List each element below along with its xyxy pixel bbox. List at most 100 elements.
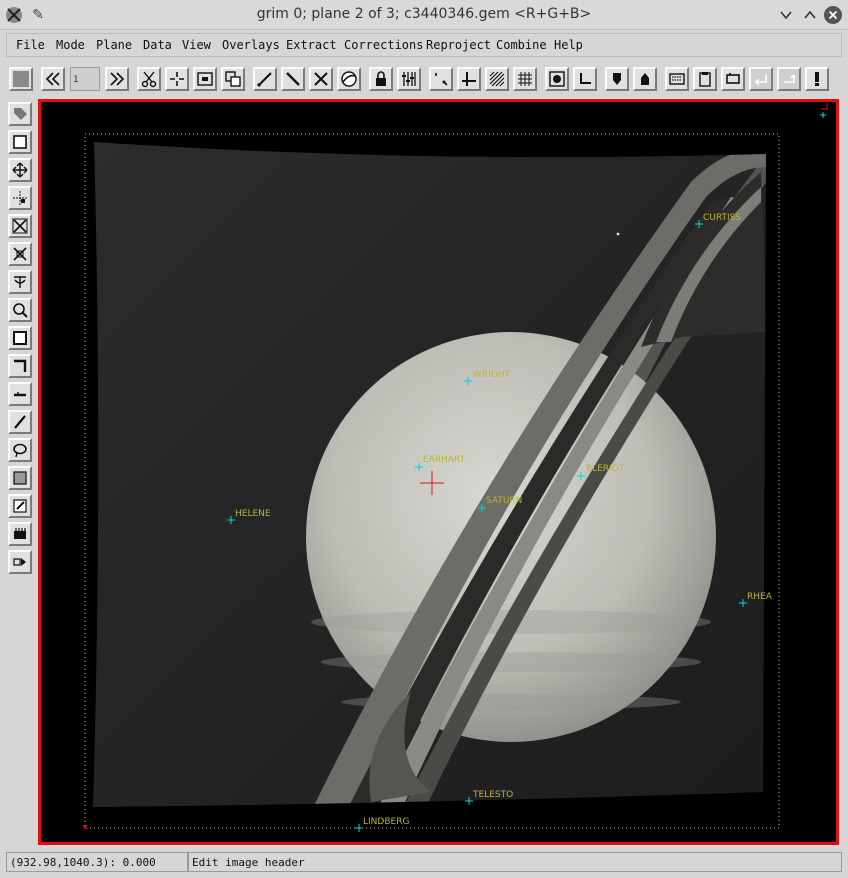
previous-plane-button[interactable] [41,67,65,91]
undo-button[interactable] [749,67,773,91]
menu-view[interactable]: View [182,38,211,52]
frame-button[interactable] [193,67,217,91]
marker-telesto[interactable]: TELESTO [465,790,513,805]
redo-button[interactable] [777,67,801,91]
keyboard-icon [669,73,685,85]
erase-button[interactable] [309,67,333,91]
copy-button[interactable] [221,67,245,91]
cut-button[interactable] [137,67,161,91]
label-earhart: EARHART [423,455,466,465]
menu-combine[interactable]: Combine [496,38,547,52]
tool-knife[interactable] [8,382,32,406]
tool-rectangle[interactable] [8,326,32,350]
menu-reproject[interactable]: Reproject [426,38,491,52]
tool-move[interactable] [8,158,32,182]
alert-button[interactable] [805,67,829,91]
toolbar: 1 [6,62,842,96]
tool-shrink[interactable] [8,242,32,266]
menu-extract[interactable]: Extract [286,38,337,52]
line-button[interactable] [253,67,277,91]
center-button[interactable] [165,67,189,91]
tool-lasso[interactable] [8,438,32,462]
menu-file[interactable]: File [16,38,45,52]
label-wright: WRIGHT [473,370,511,380]
menu-data[interactable]: Data [143,38,172,52]
sphere-icon [341,71,357,87]
tool-angle[interactable] [8,354,32,378]
fill-icon [13,471,27,485]
angle-icon [14,359,27,372]
menu-overlays[interactable]: Overlays [222,38,280,52]
menu-mode[interactable]: Mode [56,38,85,52]
image-viewer[interactable]: CURTISS WRIGHT EARHART BLERIOT SATURN HE… [38,99,839,845]
label-curtiss: CURTISS [703,213,741,223]
axes-icon [462,72,476,86]
origin-button[interactable] [573,67,597,91]
pixel-grid-icon [13,191,27,205]
clipboard-icon [699,72,711,87]
status-message: Edit image header [188,852,842,872]
slash-icon [286,72,300,86]
tool-chip[interactable] [8,522,32,546]
tag-icon [726,73,740,84]
scissors-icon [141,71,157,88]
copy-icon [225,71,241,87]
image-frame [93,142,766,807]
cursor-coordinates: (932.98,1040.3): 0.000 [6,852,188,872]
menu-plane[interactable]: Plane [96,38,132,52]
hatch-button[interactable] [485,67,509,91]
double-chevron-right-icon [110,72,125,86]
sphere-button[interactable] [337,67,361,91]
keyboard-button[interactable] [665,67,689,91]
maximize-button[interactable] [800,5,820,25]
minimize-button[interactable] [776,5,796,25]
tag-icon [14,108,27,120]
label-telesto: TELESTO [472,790,513,800]
tool-select[interactable] [8,130,32,154]
square-icon [13,135,27,149]
gray-square-icon [13,71,29,87]
levels-button[interactable] [397,67,421,91]
sliders-icon [402,72,416,86]
pointer-down-button[interactable] [605,67,629,91]
exclamation-icon [815,72,819,86]
tool-zoom[interactable] [8,298,32,322]
tool-line[interactable] [8,410,32,434]
plane-number-field[interactable]: 1 [70,67,100,91]
close-icon [824,6,842,24]
tool-pixel[interactable] [8,186,32,210]
tool-profile[interactable] [8,270,32,294]
draw-button[interactable] [281,67,305,91]
tag-button[interactable] [721,67,745,91]
edit-icon [13,499,27,513]
tool-play[interactable] [8,550,32,574]
chevron-up-icon [804,10,816,19]
close-button[interactable] [823,5,843,25]
tool-fill[interactable] [8,466,32,490]
menu-help[interactable]: Help [554,38,583,52]
saturn-image: CURTISS WRIGHT EARHART BLERIOT SATURN HE… [82,103,828,832]
double-chevron-left-icon [45,72,60,86]
color-swatch-button[interactable] [9,67,33,91]
expand-icon [12,218,28,234]
axes-button[interactable] [457,67,481,91]
frame-icon [197,72,213,86]
next-plane-button[interactable] [105,67,129,91]
target-button[interactable] [545,67,569,91]
corner-button[interactable] [429,67,453,91]
rectangle-icon [13,331,27,345]
clipboard-button[interactable] [693,67,717,91]
menu-corrections[interactable]: Corrections [344,38,423,52]
marker-lindberg[interactable]: LINDBERG [355,817,409,832]
move-icon [12,162,28,178]
tool-tag[interactable] [8,102,32,126]
tool-expand[interactable] [8,214,32,238]
grid-button[interactable] [513,67,537,91]
label-helene: HELENE [235,509,271,519]
play-icon [13,558,26,566]
lock-button[interactable] [369,67,393,91]
tool-edit[interactable] [8,494,32,518]
pointer-up-button[interactable] [633,67,657,91]
lock-icon [376,71,386,86]
redo-icon [784,74,795,83]
